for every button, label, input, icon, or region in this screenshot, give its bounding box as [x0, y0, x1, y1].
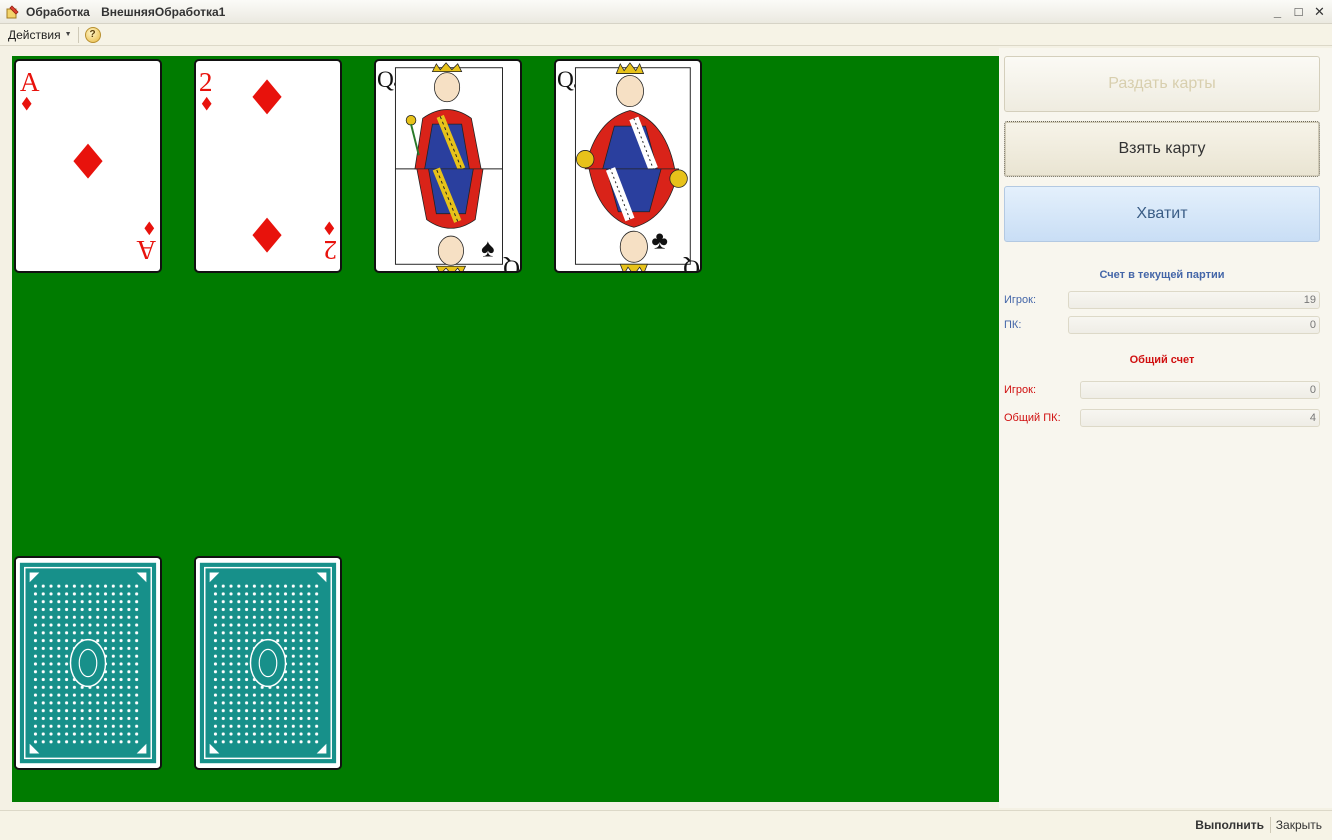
current-pc-label: ПК:	[1004, 319, 1022, 331]
bottom-bar: Выполнить Закрыть	[0, 810, 1332, 840]
total-score-title: Общий счет	[1129, 354, 1195, 366]
card-table: A A 2 2 Q ♠ Q Q ♣ Q	[12, 56, 999, 802]
app-icon	[6, 4, 20, 19]
actions-menu[interactable]: Действия ▼	[8, 28, 72, 42]
help-icon[interactable]: ?	[84, 26, 101, 43]
title-bar: Обработка ВнешняяОбработка1 _ □ ✕	[0, 0, 1332, 24]
total-player-label: Игрок:	[1004, 384, 1037, 396]
card-queen-of-clubs: Q ♣ ♣ Q	[554, 59, 702, 273]
card-two-of-diamonds: 2 2	[194, 59, 342, 273]
card-suit-glyph-bottom: ♣	[651, 227, 668, 255]
window-title-sub: ВнешняяОбработка1	[101, 4, 226, 19]
card-face-down-1	[14, 556, 162, 770]
toolbar: Действия ▼ ?	[0, 24, 1332, 46]
card-rank: Q	[557, 67, 574, 93]
close-button[interactable]: Закрыть	[1276, 818, 1322, 832]
window-controls: _ □ ✕	[1269, 3, 1328, 20]
card-suit-glyph-bottom: ♠	[481, 234, 494, 262]
window-title: Обработка ВнешняяОбработка1	[26, 5, 225, 19]
maximize-button[interactable]: □	[1290, 3, 1307, 20]
card-back-pattern	[196, 558, 340, 768]
card-rank-inverted: 2	[323, 235, 337, 265]
total-player-score-field: 0	[1080, 381, 1320, 399]
current-player-score-field: 19	[1068, 291, 1320, 309]
ace-of-diamonds-face: A A	[20, 67, 156, 265]
window-title-main: Обработка	[26, 4, 90, 19]
card-queen-of-spades: Q ♠ ♠ Q	[374, 59, 522, 273]
enough-button[interactable]: Хватит	[1004, 186, 1320, 242]
card-back-pattern	[16, 558, 160, 768]
card-ace-of-diamonds: A A	[14, 59, 162, 273]
card-rank-inverted: Q	[683, 254, 700, 271]
close-window-button[interactable]: ✕	[1311, 3, 1328, 20]
toolbar-separator	[77, 26, 79, 43]
card-face-down-2	[194, 556, 342, 770]
footer-separator	[1270, 817, 1271, 833]
two-of-diamonds-face: 2 2	[199, 67, 337, 265]
current-player-label: Игрок:	[1004, 294, 1037, 306]
minimize-button[interactable]: _	[1269, 3, 1286, 20]
queen-of-clubs-face: Q ♣ ♣ Q	[557, 62, 700, 271]
chevron-down-icon: ▼	[64, 31, 72, 38]
actions-menu-label: Действия	[8, 27, 61, 42]
card-rank-inverted: Q	[503, 254, 520, 271]
total-pc-label: Общий ПК:	[1004, 412, 1061, 424]
card-rank: 2	[199, 67, 213, 97]
card-rank: A	[20, 67, 40, 97]
card-rank: Q	[377, 67, 394, 93]
current-score-title: Счет в текущей партии	[1099, 269, 1225, 281]
take-card-button[interactable]: Взять карту	[1004, 121, 1320, 177]
execute-button[interactable]: Выполнить	[1195, 818, 1264, 832]
current-pc-score-field: 0	[1068, 316, 1320, 334]
total-pc-score-field: 4	[1080, 409, 1320, 427]
side-panel: Раздать карты Взять карту Хватит Счет в …	[999, 48, 1332, 808]
queen-of-spades-face: Q ♠ ♠ Q	[377, 62, 520, 271]
card-rank-inverted: A	[136, 235, 156, 265]
deal-cards-button[interactable]: Раздать карты	[1004, 56, 1320, 112]
